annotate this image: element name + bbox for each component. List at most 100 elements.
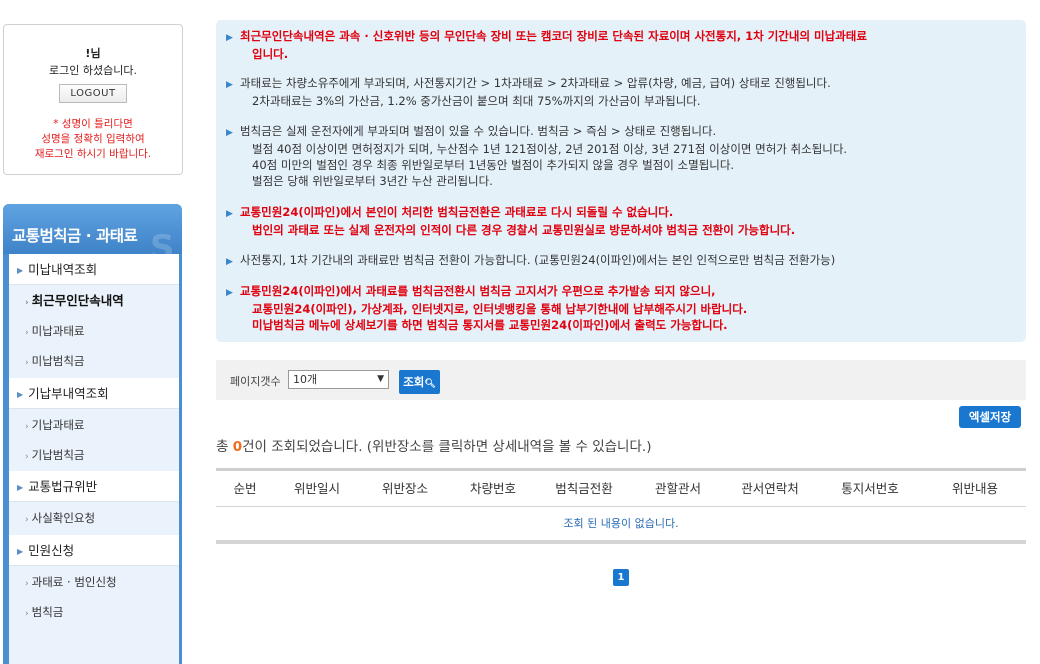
- chevron-right-icon: ›: [25, 422, 29, 432]
- sidebar-item-label: 미납과태료: [31, 324, 85, 338]
- bullet-arrow-icon: ▶: [226, 33, 233, 43]
- notice-line: ▶ 범칙금은 실제 운전자에게 부과되며 벌점이 있을 수 있습니다. 범칙금 >…: [226, 123, 1016, 141]
- notice-line: 벌점은 당해 위반일로부터 3년간 누산 관리됩니다.: [226, 173, 1016, 189]
- result-summary: 총 0건이 조회되었습니다. (위반장소를 클릭하면 상세내역을 볼 수 있습니…: [216, 435, 651, 455]
- search-button[interactable]: 조회🔍︎: [399, 370, 440, 394]
- sidebar-submenu-item[interactable]: › 기납범칙금: [9, 442, 179, 468]
- pagination-page-1[interactable]: 1: [613, 569, 629, 586]
- notice-text: 40점 미만의 벌점인 경우 최종 위반일로부터 1년동안 벌점이 추가되지 않…: [252, 158, 735, 172]
- sidebar-submenu-item[interactable]: › 미납과태료: [9, 318, 179, 344]
- notice-line: 벌점 40점 이상이면 면허정지가 되며, 누산점수 1년 121점이상, 2년…: [226, 141, 1016, 157]
- login-warning: * 성명이 틀리다면 성명을 정확히 입력하여 재로그인 하시기 바랍니다.: [4, 117, 182, 162]
- notice-text: 2차과태료는 3%의 가산금, 1.2% 중가산금이 붙으며 최대 75%까지의…: [252, 94, 701, 108]
- notice-item: ▶ 교통민원24(이파인)에서 본인이 처리한 범칙금전환은 과태료로 다시 되돌…: [226, 204, 1016, 238]
- sidebar-menu-item[interactable]: ▶ 미납내역조회: [9, 254, 179, 285]
- sidebar-submenu-item[interactable]: › 범칙금: [9, 599, 179, 625]
- result-prefix: 총: [216, 439, 233, 455]
- caret-right-icon: ▶: [17, 266, 24, 275]
- table-column-header: 통지서번호: [841, 481, 899, 496]
- sidebar-submenu-item[interactable]: › 미납범칙금: [9, 348, 179, 374]
- sidebar-item-label: 기납범칙금: [31, 448, 85, 462]
- notice-line: 미납범칙금 메뉴에 상세보기를 하면 범칙금 통지서를 교통민원24(이파인)에…: [226, 317, 1016, 333]
- sidebar-title: 교통범칙금 · 과태료 S: [3, 204, 182, 268]
- sidebar-item-label: 민원신청: [28, 543, 75, 558]
- login-warning-line: 재로그인 하시기 바랍니다.: [34, 148, 152, 160]
- logout-button[interactable]: LOGOUT: [59, 84, 127, 103]
- chevron-right-icon: ›: [25, 328, 29, 338]
- notice-item: ▶ 과태료는 차량소유주에게 부과되며, 사전통지기간 > 1차과태료 > 2차과…: [226, 75, 1016, 109]
- page-count-value: 10개: [293, 373, 318, 386]
- sidebar-submenu-item[interactable]: › 사실확인요청: [9, 505, 179, 531]
- caret-right-icon: ▶: [17, 483, 24, 492]
- table-column-header: 위반일시: [293, 481, 340, 496]
- chevron-right-icon: ›: [25, 515, 29, 525]
- notice-text: 입니다.: [252, 47, 289, 61]
- sidebar-item-label: 기납과태료: [31, 418, 85, 432]
- page-count-label: 페이지갯수: [230, 375, 281, 388]
- table-empty-message: 조회 된 내용이 없습니다.: [216, 507, 1026, 544]
- excel-export-button[interactable]: 엑셀저장: [959, 406, 1021, 428]
- notice-text: 교통민원24(이파인)에서 본인이 처리한 범칙금전환은 과태료로 다시 되돌릴…: [240, 205, 674, 219]
- notice-text: 교통민원24(이파인)에서 과태료를 범칙금전환시 범칙금 고지서가 우편으로 …: [240, 284, 716, 298]
- sidebar-item-label: 미납내역조회: [28, 262, 98, 277]
- table-column-header: 순번: [233, 481, 257, 496]
- notice-line: 2차과태료는 3%의 가산금, 1.2% 중가산금이 붙으며 최대 75%까지의…: [226, 93, 1016, 109]
- table-column-header: 관할관서: [654, 481, 701, 496]
- notice-line: ▶ 최근무인단속내역은 과속 · 신호위반 등의 무인단속 장비 또는 캠코더 장…: [226, 28, 1016, 46]
- sidebar-title-text: 교통범칙금 · 과태료: [12, 227, 138, 245]
- bullet-arrow-icon: ▶: [226, 288, 233, 298]
- caret-right-icon: ▶: [17, 390, 24, 399]
- notice-line: 법인의 과태료 또는 실제 운전자의 인적이 다른 경우 경찰서 교통민원실로 …: [226, 222, 1016, 238]
- chevron-right-icon: ›: [25, 298, 29, 308]
- login-panel: !님 로그인 하셨습니다. LOGOUT * 성명이 틀리다면 성명을 정확히 …: [3, 24, 183, 175]
- sidebar-submenu-item[interactable]: › 최근무인단속내역: [9, 288, 179, 314]
- notice-text: 범칙금은 실제 운전자에게 부과되며 벌점이 있을 수 있습니다. 범칙금 > …: [240, 124, 717, 138]
- bullet-arrow-icon: ▶: [226, 257, 233, 267]
- sidebar-item-label: 교통법규위반: [28, 479, 98, 494]
- sidebar-item-label: 최근무인단속내역: [31, 293, 124, 308]
- notice-line: ▶ 교통민원24(이파인)에서 본인이 처리한 범칙금전환은 과태료로 다시 되돌…: [226, 204, 1016, 222]
- login-user-name: !님: [85, 47, 101, 60]
- sidebar-submenu-item[interactable]: › 과태료 · 범인신청: [9, 569, 179, 595]
- page-count-select[interactable]: 10개 ▼: [288, 370, 389, 389]
- login-warning-line: * 성명이 틀리다면: [53, 118, 133, 130]
- notice-item: ▶ 최근무인단속내역은 과속 · 신호위반 등의 무인단속 장비 또는 캠코더 장…: [226, 28, 1016, 62]
- table-column-header: 범칙금전환: [555, 481, 613, 496]
- sidebar: 교통범칙금 · 과태료 S ▶ 미납내역조회 › 최근무인단속내역 › 미납과태료 › 미납범…: [3, 204, 182, 664]
- notice-text: 최근무인단속내역은 과속 · 신호위반 등의 무인단속 장비 또는 캠코더 장비…: [240, 29, 867, 43]
- chevron-right-icon: ›: [25, 609, 29, 619]
- sidebar-menu-item[interactable]: ▶ 민원신청: [9, 535, 179, 566]
- notice-line: ▶ 과태료는 차량소유주에게 부과되며, 사전통지기간 > 1차과태료 > 2차과…: [226, 75, 1016, 93]
- table-column-header: 위반장소: [381, 481, 428, 496]
- notice-item: ▶ 교통민원24(이파인)에서 과태료를 범칙금전환시 범칙금 고지서가 우편으로…: [226, 283, 1016, 333]
- table-header-row: 순번 위반일시 위반장소 차량번호 범칙금전환 관할관서 관서연락처 통지서번호 위반내용: [216, 471, 1026, 507]
- sidebar-item-label: 사실확인요청: [31, 511, 96, 525]
- notice-box: ▶ 최근무인단속내역은 과속 · 신호위반 등의 무인단속 장비 또는 캠코더 장…: [216, 20, 1026, 342]
- result-suffix: 건이 조회되었습니다. (위반장소를 클릭하면 상세내역을 볼 수 있습니다.): [242, 439, 652, 455]
- table-column-header: 위반내용: [951, 481, 998, 496]
- notice-item: ▶ 사전통지, 1차 기간내의 과태료만 범칙금 전환이 가능합니다. (교통민원…: [226, 252, 1016, 270]
- notice-item: ▶ 범칙금은 실제 운전자에게 부과되며 벌점이 있을 수 있습니다. 범칙금 >…: [226, 123, 1016, 189]
- search-button-label: 조회: [403, 375, 425, 389]
- table-column-header: 관서연락처: [741, 481, 799, 496]
- notice-text: 법인의 과태료 또는 실제 운전자의 인적이 다른 경우 경찰서 교통민원실로 …: [252, 223, 796, 237]
- results-table: 순번 위반일시 위반장소 차량번호 범칙금전환 관할관서 관서연락처 통지서번호 위반내용 조회…: [216, 468, 1026, 544]
- chevron-down-icon: ▼: [377, 374, 384, 384]
- sidebar-menu-item[interactable]: ▶ 교통법규위반: [9, 471, 179, 502]
- notice-text: 벌점 40점 이상이면 면허정지가 되며, 누산점수 1년 121점이상, 2년…: [252, 142, 848, 156]
- notice-text: 미납범칙금 메뉴에 상세보기를 하면 범칙금 통지서를 교통민원24(이파인)에…: [252, 318, 728, 332]
- chevron-right-icon: ›: [25, 358, 29, 368]
- bullet-arrow-icon: ▶: [226, 80, 233, 90]
- login-greeting: 로그인 하셨습니다.: [49, 64, 137, 77]
- sidebar-submenu-item[interactable]: › 기납과태료: [9, 412, 179, 438]
- sidebar-item-label: 과태료 · 범인신청: [31, 575, 117, 589]
- notice-line: 입니다.: [226, 46, 1016, 62]
- notice-line: ▶ 교통민원24(이파인)에서 과태료를 범칙금전환시 범칙금 고지서가 우편으로…: [226, 283, 1016, 301]
- notice-text: 사전통지, 1차 기간내의 과태료만 범칙금 전환이 가능합니다. (교통민원2…: [240, 253, 836, 267]
- sidebar-list: ▶ 미납내역조회 › 최근무인단속내역 › 미납과태료 › 미납범칙금 ▶ 기납부내역조회 › 기납과…: [9, 254, 179, 664]
- search-icon: 🔍︎: [424, 379, 436, 389]
- sidebar-menu-item[interactable]: ▶ 기납부내역조회: [9, 378, 179, 409]
- notice-line: 교통민원24(이파인), 가상계좌, 인터넷지로, 인터넷뱅킹을 통해 납부기한…: [226, 301, 1016, 317]
- notice-line: ▶ 사전통지, 1차 기간내의 과태료만 범칙금 전환이 가능합니다. (교통민원…: [226, 252, 1016, 270]
- table-column-header: 차량번호: [469, 481, 516, 496]
